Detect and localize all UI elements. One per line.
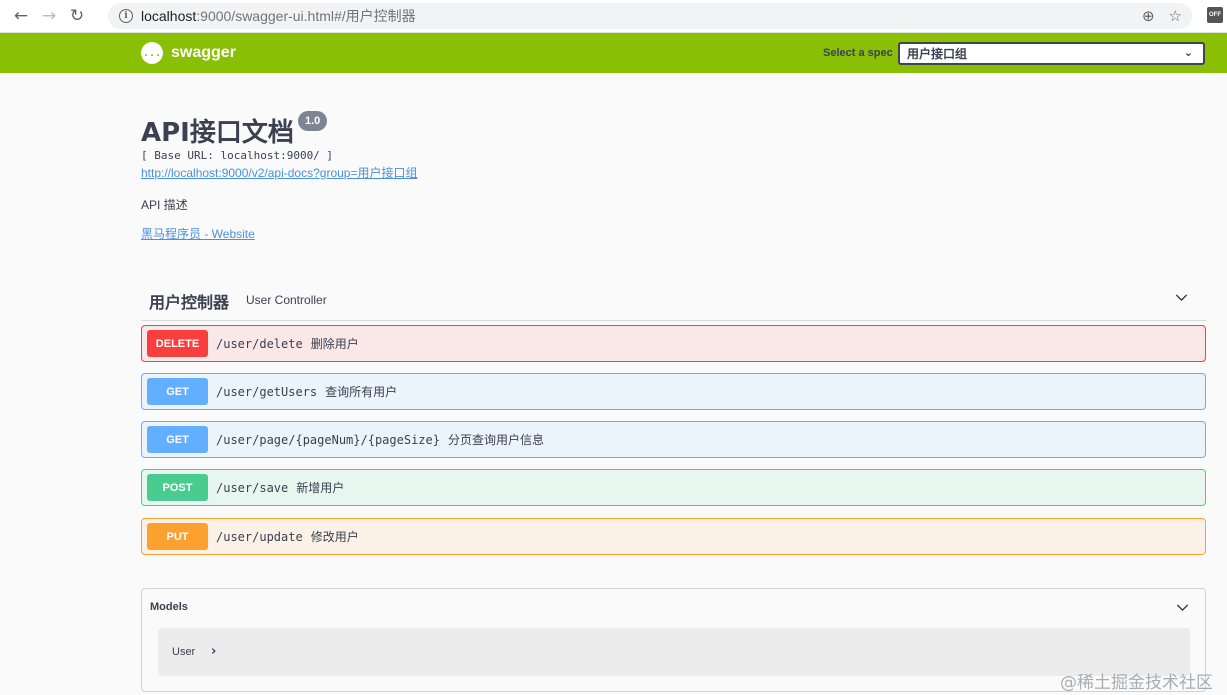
- operation-put-update-user[interactable]: PUT /user/update 修改用户: [141, 518, 1206, 555]
- bookmark-star-icon[interactable]: ☆: [1169, 7, 1182, 25]
- operation-path: /user/getUsers: [216, 384, 318, 399]
- method-badge: DELETE: [147, 330, 208, 357]
- website-link[interactable]: 黑马程序员 - Website: [141, 225, 255, 242]
- url-text[interactable]: localhost:9000/swagger-ui.html#/用户控制器: [141, 6, 416, 26]
- spec-select-value: 用户接口组: [907, 47, 968, 61]
- method-badge: GET: [147, 378, 208, 405]
- watermark-text: @稀土掘金技术社区: [1060, 673, 1213, 693]
- operation-path: /user/page/{pageNum}/{pageSize}: [216, 432, 440, 447]
- models-section: Models User ›: [141, 588, 1206, 692]
- operation-summary: 修改用户: [310, 530, 359, 544]
- spec-select-label: Select a spec: [823, 47, 893, 59]
- address-bar[interactable]: i localhost:9000/swagger-ui.html#/用户控制器 …: [108, 3, 1192, 29]
- operation-summary: 新增用户: [296, 481, 345, 495]
- operation-summary: 删除用户: [310, 337, 359, 351]
- operation-path: /user/save: [216, 480, 289, 495]
- model-name: User: [172, 646, 196, 658]
- operation-path: /user/delete: [216, 336, 303, 351]
- browser-toolbar: ← → ↻ i localhost:9000/swagger-ui.html#/…: [0, 0, 1227, 33]
- extension-off-icon[interactable]: OFF: [1207, 7, 1223, 23]
- method-badge: GET: [147, 426, 208, 453]
- operation-post-save-user[interactable]: POST /user/save 新增用户: [141, 469, 1206, 506]
- model-user[interactable]: User ›: [158, 628, 1190, 676]
- url-host: localhost: [141, 8, 197, 24]
- models-title[interactable]: Models: [150, 601, 188, 613]
- reload-icon[interactable]: ↻: [66, 5, 88, 27]
- swagger-topbar: {...} swagger Select a spec 用户接口组 ⌄: [0, 33, 1227, 73]
- method-badge: POST: [147, 474, 208, 501]
- operation-summary: 查询所有用户: [325, 385, 398, 399]
- method-badge: PUT: [147, 523, 208, 550]
- version-badge: 1.0: [298, 111, 328, 131]
- base-url: [ Base URL: localhost:9000/ ]: [141, 149, 334, 162]
- operation-get-users[interactable]: GET /user/getUsers 查询所有用户: [141, 373, 1206, 410]
- chevron-down-icon[interactable]: [1175, 291, 1188, 304]
- operation-summary: 分页查询用户信息: [447, 433, 544, 447]
- tag-header-user-controller[interactable]: 用户控制器 User Controller: [141, 283, 1206, 321]
- operation-get-user-page[interactable]: GET /user/page/{pageNum}/{pageSize} 分页查询…: [141, 421, 1206, 458]
- url-path: :9000/swagger-ui.html#/用户控制器: [196, 8, 416, 24]
- api-title: API接口文档: [141, 118, 294, 148]
- chevron-down-icon: ⌄: [1183, 46, 1193, 59]
- spec-select[interactable]: 用户接口组 ⌄: [898, 42, 1205, 65]
- swagger-logo-icon: {...}: [137, 42, 167, 64]
- tag-name: 用户控制器: [149, 293, 230, 312]
- operation-delete-user[interactable]: DELETE /user/delete 删除用户: [141, 325, 1206, 362]
- tag-description: User Controller: [246, 293, 327, 307]
- zoom-icon[interactable]: ⊕: [1142, 7, 1155, 25]
- swagger-logo[interactable]: {...} swagger: [137, 42, 236, 64]
- forward-icon[interactable]: →: [38, 5, 60, 27]
- chevron-right-icon[interactable]: ›: [211, 644, 216, 659]
- swagger-logo-text: swagger: [171, 44, 236, 61]
- chevron-down-icon[interactable]: [1176, 601, 1189, 614]
- api-description: API 描述: [141, 198, 188, 212]
- back-icon[interactable]: ←: [10, 5, 32, 27]
- operation-path: /user/update: [216, 529, 303, 544]
- site-info-icon[interactable]: i: [119, 9, 133, 23]
- api-docs-link[interactable]: http://localhost:9000/v2/api-docs?group=…: [141, 164, 417, 181]
